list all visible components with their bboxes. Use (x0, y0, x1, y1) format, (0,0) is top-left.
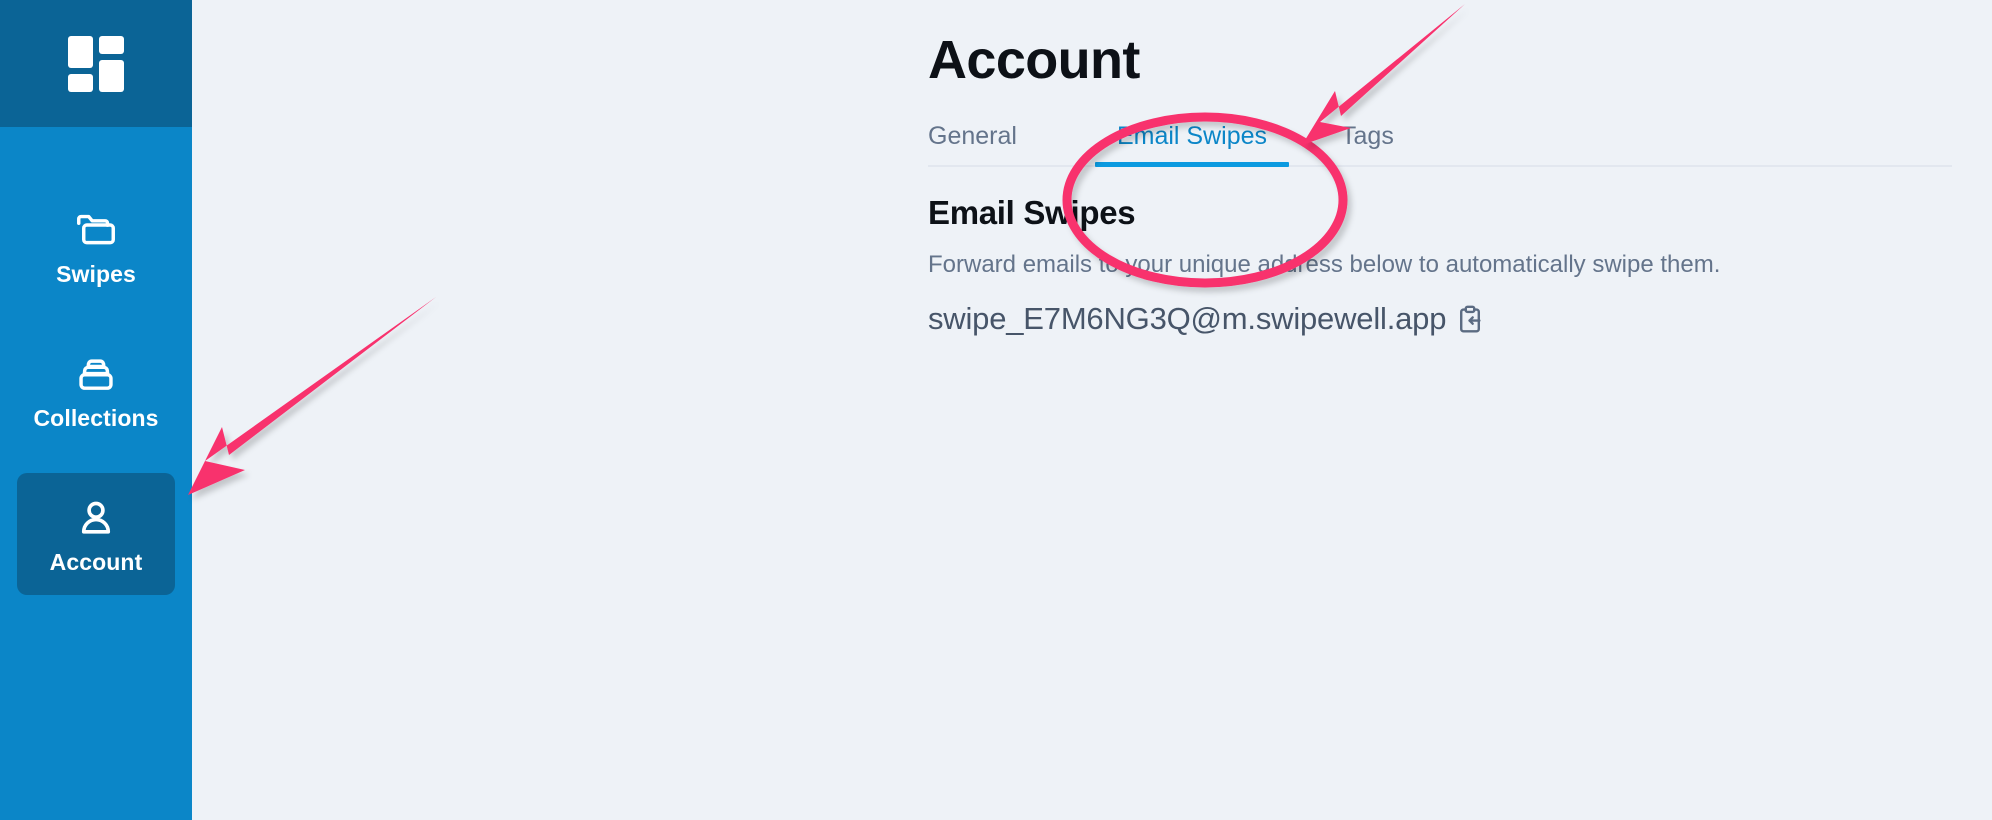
copy-email-button[interactable] (1452, 302, 1488, 338)
tab-bar: General Email Swipes Tags (928, 124, 1952, 168)
tab-general[interactable]: General (928, 124, 1039, 165)
user-icon (73, 495, 119, 541)
page-title: Account (928, 30, 1140, 90)
sidebar-item-collections[interactable]: Collections (17, 329, 175, 451)
tab-tags[interactable]: Tags (1319, 124, 1416, 165)
content-column: Account General Email Swipes Tags Email … (928, 0, 1992, 339)
sidebar-item-label: Swipes (56, 260, 136, 287)
app-logo[interactable] (0, 0, 192, 127)
tab-email-swipes[interactable]: Email Swipes (1094, 124, 1290, 168)
sidebar-item-swipes[interactable]: Swipes (17, 185, 175, 307)
section-description: Forward emails to your unique address be… (928, 251, 1721, 279)
folder-icon (73, 207, 119, 253)
sidebar: Swipes Collections Account (0, 0, 192, 820)
sidebar-nav: Swipes Collections Account (0, 185, 192, 595)
sidebar-item-label: Account (49, 548, 143, 575)
unique-email-address[interactable]: swipe_E7M6NG3Q@m.swipewell.app (928, 300, 1446, 339)
unique-email-row: swipe_E7M6NG3Q@m.swipewell.app (928, 280, 1992, 339)
main-content: Account General Email Swipes Tags Email … (192, 0, 1992, 820)
sidebar-item-account[interactable]: Account (17, 473, 175, 595)
app-root: Swipes Collections Account Account Gener… (0, 0, 1992, 820)
sidebar-item-label: Collections (33, 404, 159, 431)
clipboard-paste-icon (1453, 303, 1487, 337)
swipewell-logo-icon (68, 35, 124, 92)
collections-stack-icon (73, 351, 119, 397)
section-title: Email Swipes (928, 194, 1136, 232)
